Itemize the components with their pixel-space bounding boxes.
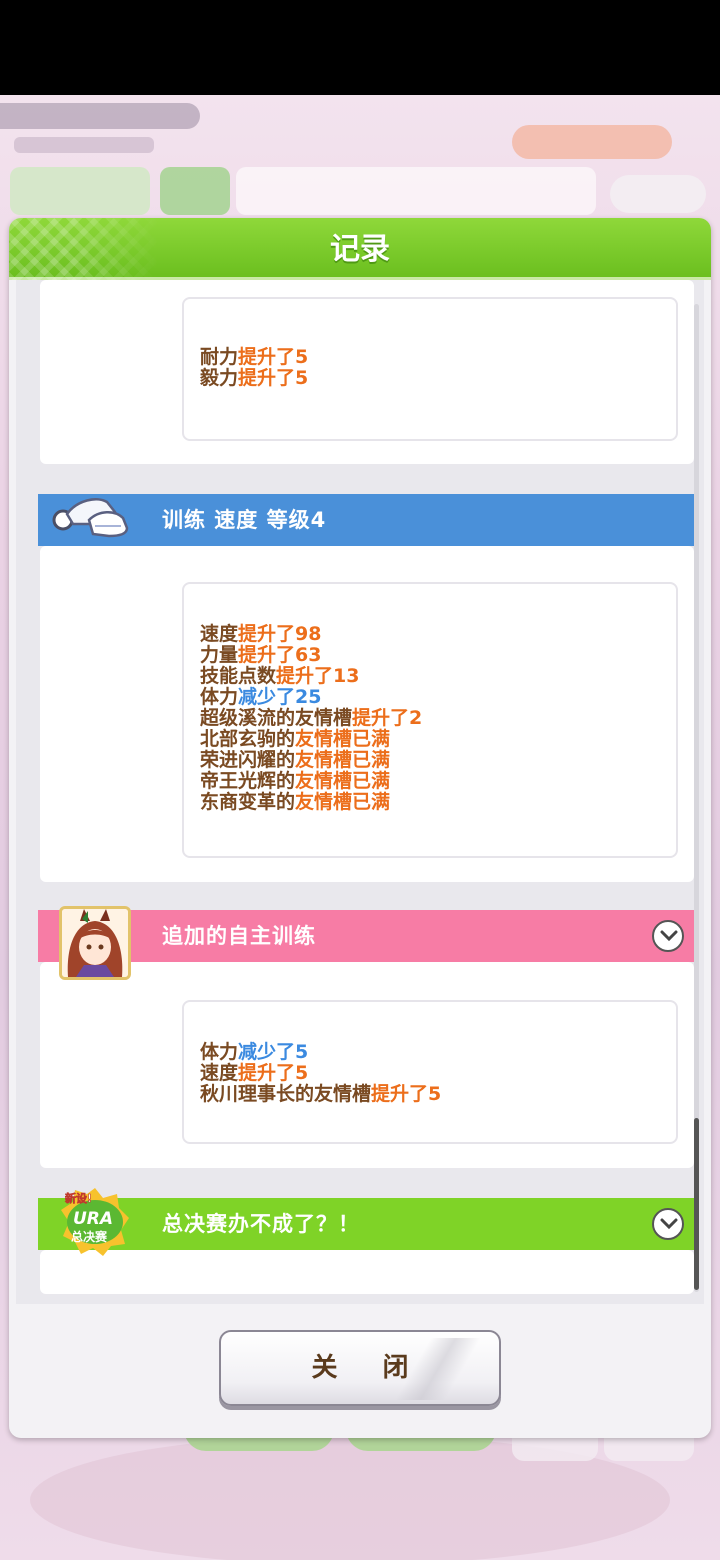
- record-subject: 秋川理事长的友情槽: [200, 1083, 372, 1105]
- record-subject: 速度: [200, 1062, 239, 1084]
- running-shoes-icon: [52, 498, 129, 538]
- record-change: 减少了25: [238, 686, 322, 708]
- close-button[interactable]: 关 闭: [219, 1330, 501, 1406]
- record-line: 秋川理事长的友情槽提升了5: [200, 1084, 441, 1105]
- record-subject: 力量: [200, 644, 239, 666]
- record-log-list[interactable]: 耐力提升了5 毅力提升了5 训练 速度 等级4 速度提升了98 力量提升了63 技能点…: [16, 280, 704, 1304]
- chevron-down-icon: [660, 930, 678, 942]
- background-name-bar: [0, 103, 200, 129]
- record-line: 帝王光辉的友情槽已满: [200, 771, 422, 792]
- record-detail-box: 耐力提升了5 毅力提升了5: [182, 297, 678, 441]
- record-change: 提升了5: [371, 1083, 442, 1105]
- background-status-panel: [10, 167, 150, 215]
- record-change: 提升了5: [238, 1062, 309, 1084]
- chevron-down-icon: [660, 1218, 678, 1230]
- expand-button[interactable]: [652, 1208, 684, 1240]
- record-change: 减少了5: [238, 1041, 309, 1063]
- record-change: 提升了2: [352, 707, 423, 729]
- record-line: 耐力提升了5: [200, 347, 308, 368]
- record-line: 东商变革的友情槽已满: [200, 792, 422, 813]
- record-subject: 毅力: [200, 367, 239, 389]
- record-detail-box: 体力减少了5 速度提升了5 秋川理事长的友情槽提升了5: [182, 1000, 678, 1144]
- record-line: 荣进闪耀的友情槽已满: [200, 750, 422, 771]
- character-portrait-icon: [59, 906, 131, 980]
- record-subject: 北部玄驹的: [200, 728, 296, 750]
- record-subject: 东商变革的: [200, 791, 296, 813]
- close-button-label: 关 闭: [311, 1353, 427, 1383]
- record-line: 速度提升了5: [200, 1063, 441, 1084]
- record-subject: 体力: [200, 686, 239, 708]
- record-line: 体力减少了25: [200, 687, 422, 708]
- background-message-panel: [236, 167, 596, 215]
- scrollbar-thumb[interactable]: [694, 1118, 699, 1290]
- record-change: 友情槽已满: [295, 728, 391, 750]
- record-lines: 体力减少了5 速度提升了5 秋川理事长的友情槽提升了5: [200, 1042, 441, 1105]
- record-entry-body: [40, 1250, 694, 1294]
- record-dialog: 记录 耐力提升了5 毅力提升了5 训练 速度 等级4 速度提升了98 力量提升了63…: [9, 218, 711, 1438]
- record-change: 提升了63: [238, 644, 322, 666]
- record-subject: 荣进闪耀的: [200, 749, 296, 771]
- record-line: 超级溪流的友情槽提升了2: [200, 708, 422, 729]
- ura-icon-new-label: 新设!: [65, 1191, 92, 1205]
- record-change: 友情槽已满: [295, 770, 391, 792]
- expand-button[interactable]: [652, 920, 684, 952]
- record-line: 毅力提升了5: [200, 368, 308, 389]
- status-bar: [0, 0, 720, 95]
- record-line: 北部玄驹的友情槽已满: [200, 729, 422, 750]
- record-entry-title: 总决赛办不成了？！: [162, 1212, 360, 1236]
- record-change: 友情槽已满: [295, 749, 391, 771]
- record-change: 提升了13: [276, 665, 360, 687]
- record-lines: 速度提升了98 力量提升了63 技能点数提升了13 体力减少了25 超级溪流的友情槽提升…: [200, 624, 422, 813]
- record-subject: 体力: [200, 1041, 239, 1063]
- record-line: 技能点数提升了13: [200, 666, 422, 687]
- record-subject: 帝王光辉的: [200, 770, 296, 792]
- ura-icon-finals-label: 总决赛: [71, 1229, 108, 1244]
- record-subject: 耐力: [200, 346, 239, 368]
- record-lines: 耐力提升了5 毅力提升了5: [200, 347, 308, 389]
- record-entry-title: 追加的自主训练: [162, 924, 316, 948]
- record-change: 提升了5: [238, 367, 309, 389]
- ura-icon-ura-label: URA: [73, 1209, 113, 1229]
- record-line: 力量提升了63: [200, 645, 422, 666]
- background-pill-button: [512, 125, 672, 159]
- record-entry-header-training: 训练 速度 等级4: [38, 494, 694, 546]
- record-line: 速度提升了98: [200, 624, 422, 645]
- record-line: 体力减少了5: [200, 1042, 441, 1063]
- record-entry-title: 训练 速度 等级4: [162, 508, 327, 532]
- background-small-button: [610, 175, 706, 213]
- dialog-title: 记录: [330, 232, 390, 267]
- background-status-tag: [160, 167, 230, 215]
- dialog-header: 记录: [9, 218, 711, 280]
- ura-finals-icon: 新设! URA 总决赛: [59, 1186, 131, 1256]
- record-entry-header-ura: 总决赛办不成了？！: [38, 1198, 694, 1250]
- record-entry-header-extra-training: 追加的自主训练: [38, 910, 694, 962]
- record-change: 提升了5: [238, 346, 309, 368]
- record-subject: 技能点数: [200, 665, 277, 687]
- record-change: 提升了98: [238, 623, 322, 645]
- record-detail-box: 速度提升了98 力量提升了63 技能点数提升了13 体力减少了25 超级溪流的友情槽提升…: [182, 582, 678, 858]
- record-subject: 速度: [200, 623, 239, 645]
- record-subject: 超级溪流的友情槽: [200, 707, 353, 729]
- background-subtitle: [14, 137, 154, 153]
- record-change: 友情槽已满: [295, 791, 391, 813]
